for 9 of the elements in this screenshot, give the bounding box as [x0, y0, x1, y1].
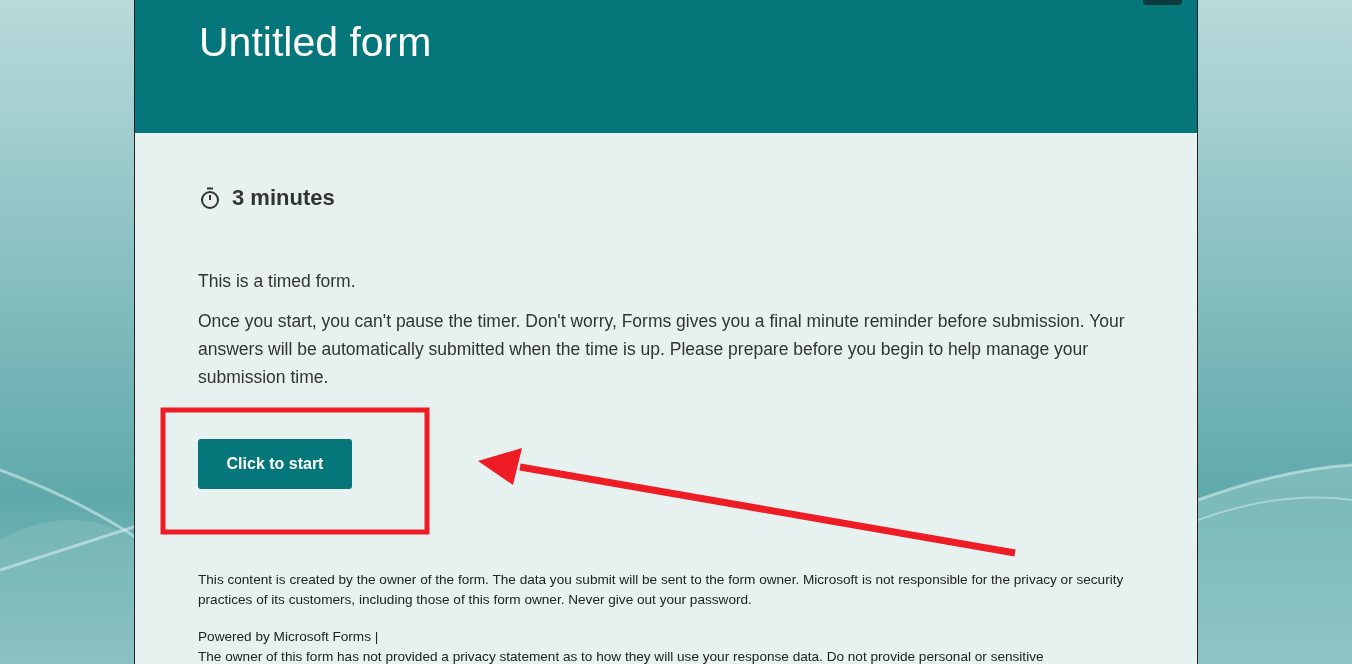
- form-title: Untitled form: [198, 18, 432, 66]
- privacy-text: The owner of this form has not provided a privacy statement as to how they will use your response data. Do not provide personal or sensitive: [198, 648, 1045, 664]
- start-button[interactable]: Click to start: [198, 439, 352, 489]
- stopwatch-icon: [198, 186, 222, 210]
- description-text: Once you start, you can't pause the timer. Don't worry, Forms gives you a final minute reminder before submission. Your answers will be automatically submitted when the time is up. Please prepare before you begin to help manage your submission time.: [198, 310, 1126, 389]
- disclaimer-text: This content is created by the owner of the form. The data you submit will be sent to the form owner. Microsoft is not responsible for the privacy or security practices of its customers, including those of this form owner. Never give out your password.: [198, 571, 1125, 609]
- timer-duration: 3 minutes: [232, 185, 335, 211]
- powered-by-text: Powered by Microsoft Forms |: [198, 628, 380, 646]
- intro-text: This is a timed form.: [198, 270, 357, 293]
